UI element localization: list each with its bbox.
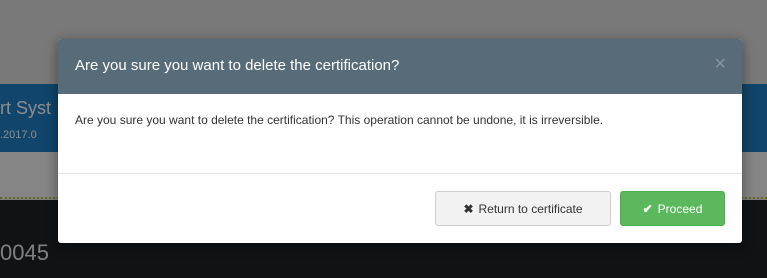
page: rt Syst .2017.0 0045 Are you sure you wa… bbox=[0, 0, 767, 278]
delete-confirmation-dialog: Are you sure you want to delete the cert… bbox=[58, 39, 742, 243]
close-icon[interactable]: × bbox=[714, 54, 726, 74]
times-icon: ✖ bbox=[463, 201, 474, 216]
dialog-header: Are you sure you want to delete the cert… bbox=[58, 39, 742, 94]
dialog-message: Are you sure you want to delete the cert… bbox=[75, 113, 604, 127]
proceed-button-label: Proceed bbox=[657, 201, 703, 216]
dialog-title: Are you sure you want to delete the cert… bbox=[75, 57, 400, 74]
proceed-button[interactable]: ✔ Proceed bbox=[620, 191, 725, 226]
return-to-certificate-button[interactable]: ✖ Return to certificate bbox=[435, 191, 611, 226]
dialog-footer-divider bbox=[58, 173, 742, 174]
check-icon: ✔ bbox=[642, 201, 653, 216]
return-button-label: Return to certificate bbox=[478, 201, 583, 216]
